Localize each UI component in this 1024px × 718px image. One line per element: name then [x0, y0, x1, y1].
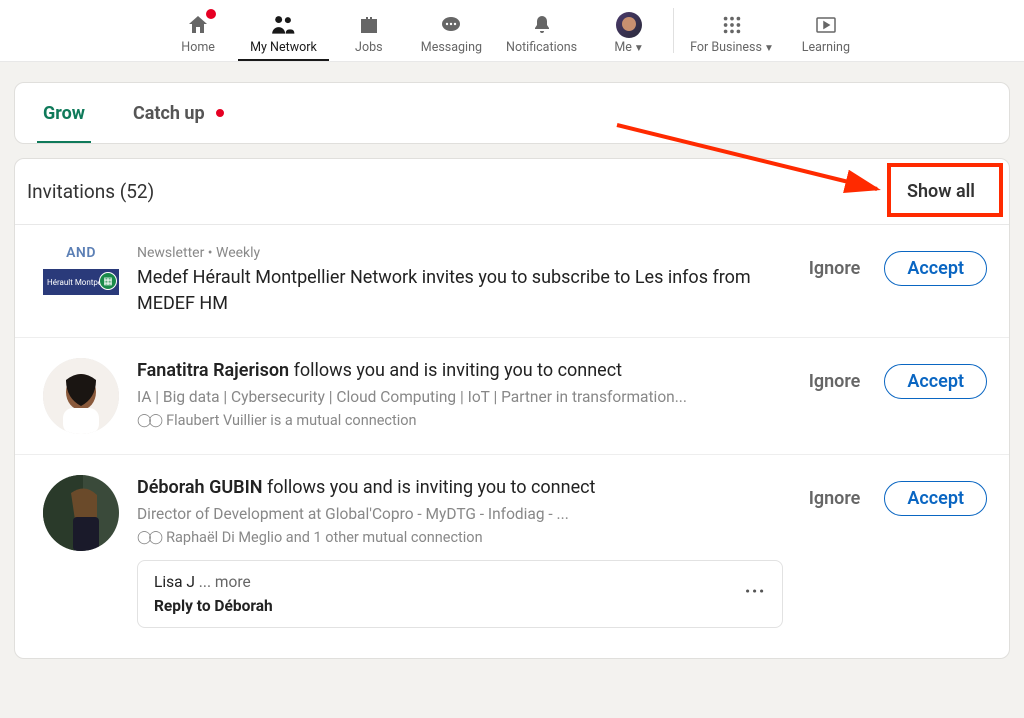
chevron-down-icon: ▼: [764, 43, 774, 54]
accept-button[interactable]: Accept: [884, 481, 987, 516]
ignore-button[interactable]: Ignore: [801, 482, 869, 515]
nav-messaging[interactable]: Messaging: [409, 0, 494, 61]
accept-button[interactable]: Accept: [884, 251, 987, 286]
avatar[interactable]: [43, 358, 119, 434]
briefcase-icon: [357, 13, 381, 37]
notification-badge: [204, 7, 218, 21]
show-all-button[interactable]: Show all: [895, 175, 987, 208]
message-preview-text: Lisa J ... more: [154, 573, 251, 591]
nav-notifications[interactable]: Notifications: [494, 0, 589, 61]
invitations-panel: Invitations (52) Show all AND Hérault Mo…: [14, 158, 1010, 659]
nav-separator: [673, 8, 674, 53]
top-navigation: Home My Network Jobs Messaging Notificat…: [0, 0, 1024, 62]
nav-home[interactable]: Home: [158, 0, 238, 61]
tab-grow[interactable]: Grow: [43, 83, 85, 143]
tab-catchup-label: Catch up: [133, 103, 205, 124]
mutual-icon: ◯◯: [137, 413, 160, 428]
invitation-title: Fanatitra Rajerison follows you and is i…: [137, 358, 783, 384]
invitation-subtitle: Director of Development at Global'Copro …: [137, 505, 783, 523]
nav-home-label: Home: [181, 40, 215, 55]
avatar-icon: [616, 12, 642, 38]
newsletter-thumbnail[interactable]: AND Hérault Montpelli▦: [43, 245, 119, 315]
invitation-title: Medef Hérault Montpellier Network invite…: [137, 265, 783, 317]
notification-dot: [213, 106, 227, 120]
nav-for-business[interactable]: For Business▼: [678, 0, 786, 61]
grid-icon: [721, 14, 743, 36]
invitation-meta: Newsletter • Weekly: [137, 245, 783, 261]
mutual-icon: ◯◯: [137, 530, 160, 545]
mutual-connection: ◯◯Flaubert Vuillier is a mutual connecti…: [137, 412, 783, 429]
thumb-strip: Hérault Montpelli▦: [43, 269, 119, 295]
nav-jobs-label: Jobs: [355, 40, 383, 55]
invitations-title: Invitations (52): [27, 180, 154, 203]
nav-network-label: My Network: [250, 40, 317, 55]
ignore-button[interactable]: Ignore: [801, 365, 869, 398]
mutual-connection: ◯◯Raphaël Di Meglio and 1 other mutual c…: [137, 529, 783, 546]
nav-me-label: Me▼: [614, 40, 643, 55]
learning-icon: [814, 13, 838, 37]
message-preview[interactable]: Lisa J ... more Reply to Déborah ···: [137, 560, 783, 628]
nav-my-network[interactable]: My Network: [238, 0, 329, 61]
accept-button[interactable]: Accept: [884, 364, 987, 399]
invitation-item-person: Déborah GUBIN follows you and is invitin…: [15, 455, 1009, 648]
invitations-header: Invitations (52) Show all: [15, 159, 1009, 225]
bell-icon: [530, 13, 554, 37]
invitation-title: Déborah GUBIN follows you and is invitin…: [137, 475, 783, 501]
nav-learning-label: Learning: [802, 40, 850, 55]
more-options-icon[interactable]: ···: [745, 579, 766, 603]
invitation-subtitle: IA | Big data | Cybersecurity | Cloud Co…: [137, 388, 783, 406]
nav-messaging-label: Messaging: [421, 40, 482, 55]
reply-cta: Reply to Déborah: [154, 597, 273, 615]
invitation-item-person: Fanatitra Rajerison follows you and is i…: [15, 338, 1009, 455]
chevron-down-icon: ▼: [634, 43, 644, 54]
ignore-button[interactable]: Ignore: [801, 252, 869, 285]
tab-grow-label: Grow: [43, 103, 85, 124]
nav-learning[interactable]: Learning: [786, 0, 866, 61]
people-icon: [270, 12, 296, 38]
message-icon: [439, 13, 463, 37]
nav-business-label: For Business▼: [690, 40, 774, 55]
calendar-badge-icon: ▦: [99, 272, 117, 290]
nav-notifications-label: Notifications: [506, 40, 577, 55]
nav-jobs[interactable]: Jobs: [329, 0, 409, 61]
tab-catch-up[interactable]: Catch up: [133, 83, 227, 143]
thumb-text: AND: [66, 245, 96, 261]
avatar[interactable]: [43, 475, 119, 551]
invitation-item-newsletter: AND Hérault Montpelli▦ Newsletter • Week…: [15, 225, 1009, 338]
tabs-panel: Grow Catch up: [14, 82, 1010, 144]
nav-me[interactable]: Me▼: [589, 0, 669, 61]
